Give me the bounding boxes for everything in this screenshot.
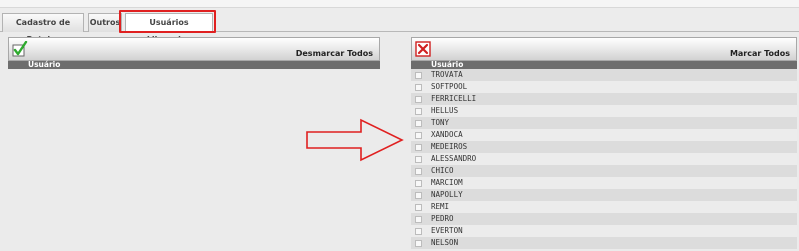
right-column-header-label: Usuário — [431, 60, 464, 69]
user-row: ALESSANDRO — [411, 153, 797, 165]
user-checkbox[interactable] — [415, 144, 422, 151]
right-panel-header: Marcar Todos — [411, 37, 797, 61]
user-checkbox[interactable] — [415, 168, 422, 175]
user-name: SOFTPOOL — [431, 82, 468, 91]
user-checkbox[interactable] — [415, 132, 422, 139]
user-row: TONY — [411, 117, 797, 129]
right-column-header: Usuário — [411, 61, 797, 69]
user-row: MEDEIROS — [411, 141, 797, 153]
user-name: NAPOLLY — [431, 190, 463, 199]
user-row: XANDOCA — [411, 129, 797, 141]
marcar-todos-link[interactable]: Marcar Todos — [730, 49, 790, 58]
user-name: ALESSANDRO — [431, 154, 477, 163]
user-name: XANDOCA — [431, 130, 463, 139]
user-name: MARCIOM — [431, 178, 463, 187]
top-band — [0, 0, 799, 8]
tab-outros[interactable]: Outros — [88, 13, 122, 32]
left-column-header-label: Usuário — [28, 60, 61, 69]
user-checkbox[interactable] — [415, 192, 422, 199]
user-checkbox[interactable] — [415, 228, 422, 235]
user-name: CHICO — [431, 166, 454, 175]
user-row: NELSON — [411, 237, 797, 249]
desmarcar-todos-link[interactable]: Desmarcar Todos — [296, 49, 373, 58]
tab-cadastro-de-roteiro[interactable]: Cadastro de Roteiro — [2, 13, 84, 44]
user-checkbox[interactable] — [415, 96, 422, 103]
user-checkbox[interactable] — [415, 216, 422, 223]
user-name: EVERTON — [431, 226, 463, 235]
user-checkbox[interactable] — [415, 180, 422, 187]
user-checkbox[interactable] — [415, 156, 422, 163]
user-row: PEDRO — [411, 213, 797, 225]
user-name: REMI — [431, 202, 450, 211]
user-name: TONY — [431, 118, 450, 127]
tab-bar: Cadastro de Roteiro Outros Usuários Libe… — [0, 8, 799, 44]
user-row: NAPOLLY — [411, 189, 797, 201]
x-icon[interactable] — [415, 41, 431, 57]
user-row: MARCIOM — [411, 177, 797, 189]
user-row: REMI — [411, 201, 797, 213]
user-row: EVERTON — [411, 225, 797, 237]
user-name: FERRICELLI — [431, 94, 477, 103]
left-column-header: Usuário — [8, 61, 380, 69]
user-row: CHICO — [411, 165, 797, 177]
user-checkbox[interactable] — [415, 120, 422, 127]
left-panel: Desmarcar Todos Usuário — [8, 37, 380, 71]
user-checkbox[interactable] — [415, 84, 422, 91]
check-icon[interactable] — [12, 40, 28, 57]
user-checkbox[interactable] — [415, 240, 422, 247]
user-name: TROVATA — [431, 70, 463, 79]
user-checkbox[interactable] — [415, 108, 422, 115]
user-row: FERRICELLI — [411, 93, 797, 105]
user-name: HELLUS — [431, 106, 459, 115]
user-checkbox[interactable] — [415, 72, 422, 79]
tab-usuarios-liberados[interactable]: Usuários Liberados — [125, 13, 213, 44]
user-row: HELLUS — [411, 105, 797, 117]
user-row: SOFTPOOL — [411, 81, 797, 93]
user-checkbox[interactable] — [415, 204, 422, 211]
user-row: TROVATA — [411, 69, 797, 81]
left-panel-header: Desmarcar Todos — [8, 37, 380, 61]
arrow-icon — [306, 118, 404, 162]
user-list: TROVATA SOFTPOOL FERRICELLI HELLUS TONY … — [411, 69, 797, 249]
user-name: PEDRO — [431, 214, 454, 223]
right-panel: Marcar Todos Usuário TROVATA SOFTPOOL FE… — [411, 37, 797, 251]
user-name: NELSON — [431, 238, 459, 247]
user-name: MEDEIROS — [431, 142, 468, 151]
